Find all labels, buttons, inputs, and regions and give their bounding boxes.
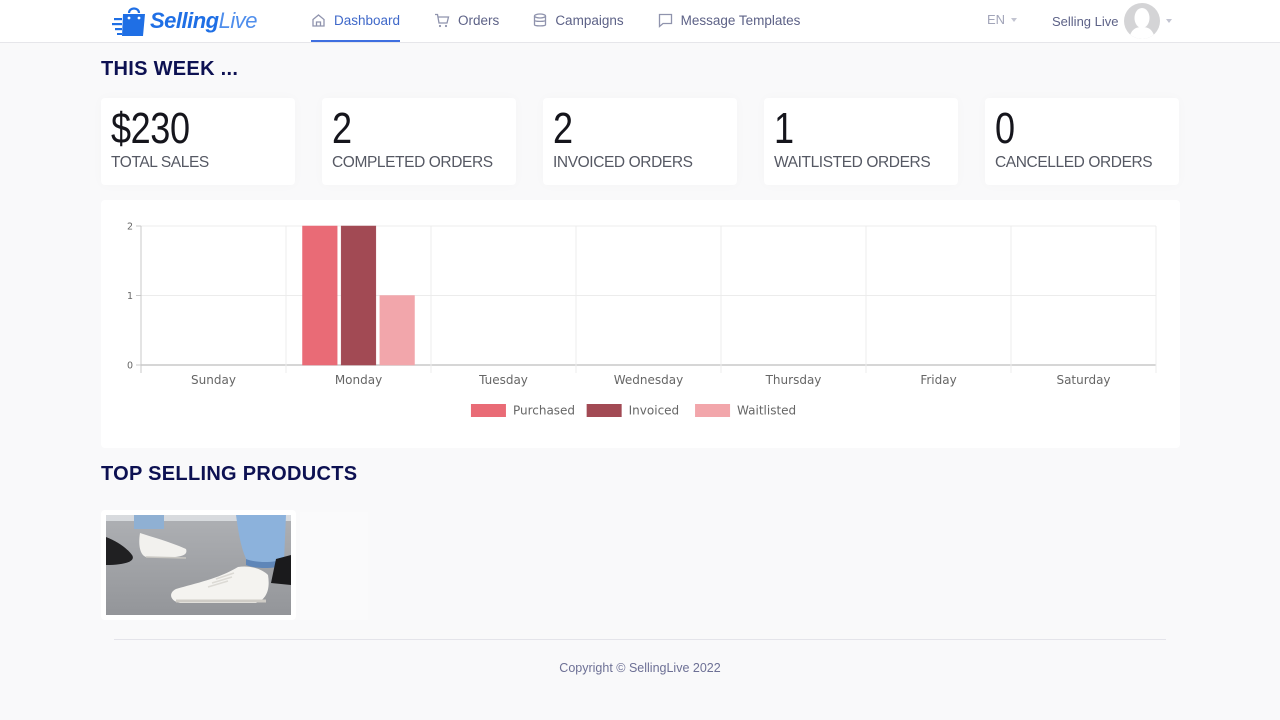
nav-item-dashboard[interactable]: Dashboard	[311, 0, 401, 42]
y-tick-label: 0	[127, 361, 133, 372]
bar-purchased-monday	[302, 225, 338, 366]
bar-waitlisted-monday	[379, 295, 415, 366]
stat-card-invoiced-orders: 2 INVOICED ORDERS	[543, 98, 737, 185]
shopping-bag-icon	[112, 7, 145, 36]
product-image-white-sneakers	[106, 515, 291, 615]
x-tick-label: Thursday	[765, 373, 822, 387]
main-nav: Dashboard Orders Campaigns Message Templ…	[311, 0, 834, 43]
weekly-orders-chart-card: 0 1 2 Sunday Monday Tuesday Wednesday Thursday F…	[101, 200, 1180, 448]
nav-label: Dashboard	[334, 13, 401, 28]
y-tick-label: 2	[127, 222, 133, 233]
stat-card-waitlisted-orders: 1 WAITLISTED ORDERS	[764, 98, 958, 185]
x-tick-label: Tuesday	[478, 373, 528, 387]
y-tick-label: 1	[127, 291, 133, 302]
stat-label: INVOICED ORDERS	[553, 154, 693, 171]
stat-label: COMPLETED ORDERS	[332, 154, 493, 171]
legend-swatch-purchased	[470, 404, 506, 417]
x-tick-label: Friday	[920, 373, 956, 387]
product-card[interactable]	[101, 510, 296, 620]
legend-label-purchased: Purchased	[513, 404, 575, 418]
nav-item-orders[interactable]: Orders	[434, 0, 499, 41]
language-dropdown[interactable]: EN	[987, 12, 1018, 27]
footer-divider	[114, 639, 1166, 640]
product-card-placeholder	[300, 512, 368, 620]
top-navbar: Selling Live Dashboard Orders Campaigns	[0, 0, 1280, 43]
stat-value: 0	[995, 104, 1015, 153]
stat-value: 2	[332, 104, 352, 153]
stat-value: $230	[111, 104, 190, 153]
weekly-orders-bar-chart: 0 1 2 Sunday Monday Tuesday Wednesday Thursday F…	[127, 222, 1157, 418]
nav-label: Message Templates	[680, 13, 801, 28]
stat-card-cancelled-orders: 0 CANCELLED ORDERS	[985, 98, 1179, 185]
user-name: Selling Live	[1052, 13, 1119, 29]
stat-value: 1	[774, 104, 794, 153]
nav-item-message-templates[interactable]: Message Templates	[658, 0, 801, 41]
stat-label: TOTAL SALES	[111, 154, 209, 171]
brand-name-bold: Selling	[150, 8, 219, 33]
stat-label: CANCELLED ORDERS	[995, 154, 1153, 171]
sneaker-photo-illustration	[106, 515, 291, 615]
x-tick-label: Sunday	[191, 373, 236, 387]
brand-logo[interactable]: Selling Live	[112, 5, 257, 37]
nav-item-campaigns[interactable]: Campaigns	[533, 0, 624, 41]
stat-cards: $230 TOTAL SALES 2 COMPLETED ORDERS 2 IN…	[101, 98, 1179, 185]
avatar	[1123, 3, 1160, 39]
stat-card-completed-orders: 2 COMPLETED ORDERS	[322, 98, 516, 185]
brand-name-light: Live	[218, 8, 258, 33]
language-label: EN	[987, 12, 1006, 27]
bar-invoiced-monday	[340, 225, 377, 366]
this-week-title: THIS WEEK ...	[101, 58, 239, 80]
nav-label: Orders	[458, 13, 500, 28]
chevron-down-icon	[1165, 19, 1172, 23]
chevron-down-icon	[1011, 17, 1018, 22]
stat-label: WAITLISTED ORDERS	[774, 154, 931, 171]
footer-copyright: Copyright © SellingLive 2022	[559, 661, 721, 675]
stat-value: 2	[553, 104, 573, 153]
user-silhouette-icon	[1128, 8, 1155, 39]
stat-card-total-sales: $230 TOTAL SALES	[101, 98, 295, 185]
user-menu[interactable]: Selling Live	[1052, 3, 1172, 39]
x-tick-label: Monday	[335, 373, 382, 387]
legend-label-waitlisted: Waitlisted	[737, 404, 796, 418]
x-tick-label: Wednesday	[614, 373, 683, 387]
legend-swatch-waitlisted	[695, 404, 731, 417]
top-products-title: TOP SELLING PRODUCTS	[101, 463, 358, 485]
home-icon	[311, 13, 326, 28]
x-tick-label: Saturday	[1056, 373, 1110, 387]
cart-icon	[434, 13, 450, 28]
message-icon	[658, 13, 673, 28]
nav-label: Campaigns	[555, 13, 624, 28]
database-icon	[533, 13, 547, 28]
legend-label-invoiced: Invoiced	[629, 404, 680, 418]
legend-swatch-invoiced	[586, 404, 622, 417]
